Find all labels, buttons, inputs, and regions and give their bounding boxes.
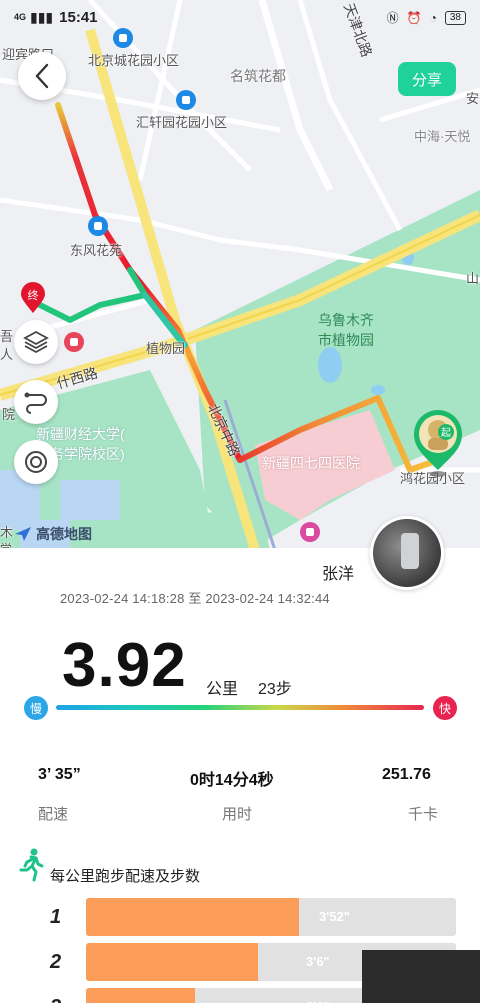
map-label: 东风花苑	[70, 243, 123, 258]
route-map[interactable]: 迎宾路口 北京城花园小区 名筑花都 汇轩园花园小区 中海·天悦 东风花苑 乌鲁木…	[0, 0, 480, 560]
runner-icon	[19, 848, 44, 882]
amap-arrow-icon	[15, 527, 31, 541]
map-label: 院	[2, 407, 16, 422]
km-pace-fill	[86, 898, 299, 936]
duration-label: 用时	[222, 806, 253, 823]
layers-button[interactable]	[14, 320, 58, 364]
end-marker-icon: 终	[21, 282, 45, 313]
map-label: 植物园	[146, 341, 186, 356]
step-count: 23步	[258, 681, 292, 698]
map-label: 新疆四七四医院	[262, 455, 360, 471]
km-index: 2	[50, 951, 62, 973]
user-name: 张洋	[322, 566, 355, 583]
map-label: 市植物园	[318, 332, 374, 348]
map-label: 汇轩园花园小区	[136, 115, 228, 130]
speed-legend-bar	[56, 705, 424, 710]
per-km-title: 每公里跑步配速及步数	[50, 868, 201, 885]
status-bar: 4G ▮▮▮ 15:41 Ⓝ ⏰ ◔ 38	[0, 0, 480, 34]
distance-value: 3.92	[62, 631, 187, 700]
layers-icon	[23, 330, 49, 354]
battery-icon: 38	[444, 10, 466, 25]
duration-value: 0时14分4秒	[190, 772, 274, 789]
alarm-icon: ⏰	[406, 10, 422, 25]
map-label: 安	[466, 91, 480, 106]
svg-text:起: 起	[441, 427, 451, 439]
nfc-icon: Ⓝ	[386, 11, 399, 25]
km-pace-fill	[86, 943, 258, 981]
pace-label: 配速	[38, 806, 69, 823]
km-index: 1	[50, 906, 62, 928]
speed-fast-badge: 快	[433, 696, 457, 720]
map-label: 吾	[0, 329, 14, 344]
map-label: 山	[466, 271, 480, 286]
wifi-icon: ◔	[429, 10, 437, 25]
poi-marker-icon	[88, 216, 108, 236]
map-label: 新疆财经大学(	[36, 426, 125, 442]
speed-slow-badge: 慢	[24, 696, 48, 720]
target-icon	[25, 451, 47, 473]
distance-unit: 公里	[206, 681, 239, 698]
km-pace: 3'52"	[319, 909, 350, 924]
calories-value: 251.76	[382, 766, 431, 783]
route-button[interactable]	[14, 380, 58, 424]
start-marker-icon: 起	[410, 408, 466, 478]
chevron-left-icon	[35, 63, 49, 89]
share-button[interactable]: 分享	[398, 62, 456, 96]
calories-label: 千卡	[408, 806, 439, 823]
svg-text:终: 终	[28, 288, 39, 302]
km-pace: 3'6"	[306, 999, 330, 1003]
km-pace-fill	[86, 988, 195, 1003]
signal-indicator: 4G	[14, 12, 27, 22]
amap-logo: 高德地图	[14, 524, 92, 544]
map-label: 北京城花园小区	[88, 53, 180, 68]
time-range: 2023-02-24 14:18:28 至 2023-02-24 14:32:4…	[60, 591, 330, 606]
poi-marker-icon	[64, 332, 84, 352]
locate-button[interactable]	[14, 440, 58, 484]
map-label: 乌鲁木齐	[318, 312, 374, 328]
km-pace: 3'6"	[306, 954, 330, 969]
map-label: 人	[0, 347, 14, 362]
map-label: 木	[0, 525, 14, 540]
map-label: 名筑花都	[230, 68, 286, 84]
per-km-row: 1 3'52"0步	[0, 898, 480, 938]
map-label: 中海·天悦	[414, 129, 471, 144]
poi-marker-icon	[300, 522, 320, 542]
pace-value: 3’ 35”	[38, 766, 81, 783]
poi-marker-icon	[176, 90, 196, 110]
clock: 15:41	[59, 8, 98, 26]
overlay-panel	[362, 950, 480, 1003]
km-index: 3	[50, 996, 61, 1003]
signal-bars-icon: ▮▮▮	[30, 8, 54, 25]
route-icon	[24, 392, 47, 414]
avatar[interactable]	[370, 516, 444, 590]
km-pace-track: 3'52"0步	[86, 898, 456, 936]
back-button[interactable]	[18, 52, 66, 100]
amap-logo-text: 高德地图	[36, 526, 92, 542]
